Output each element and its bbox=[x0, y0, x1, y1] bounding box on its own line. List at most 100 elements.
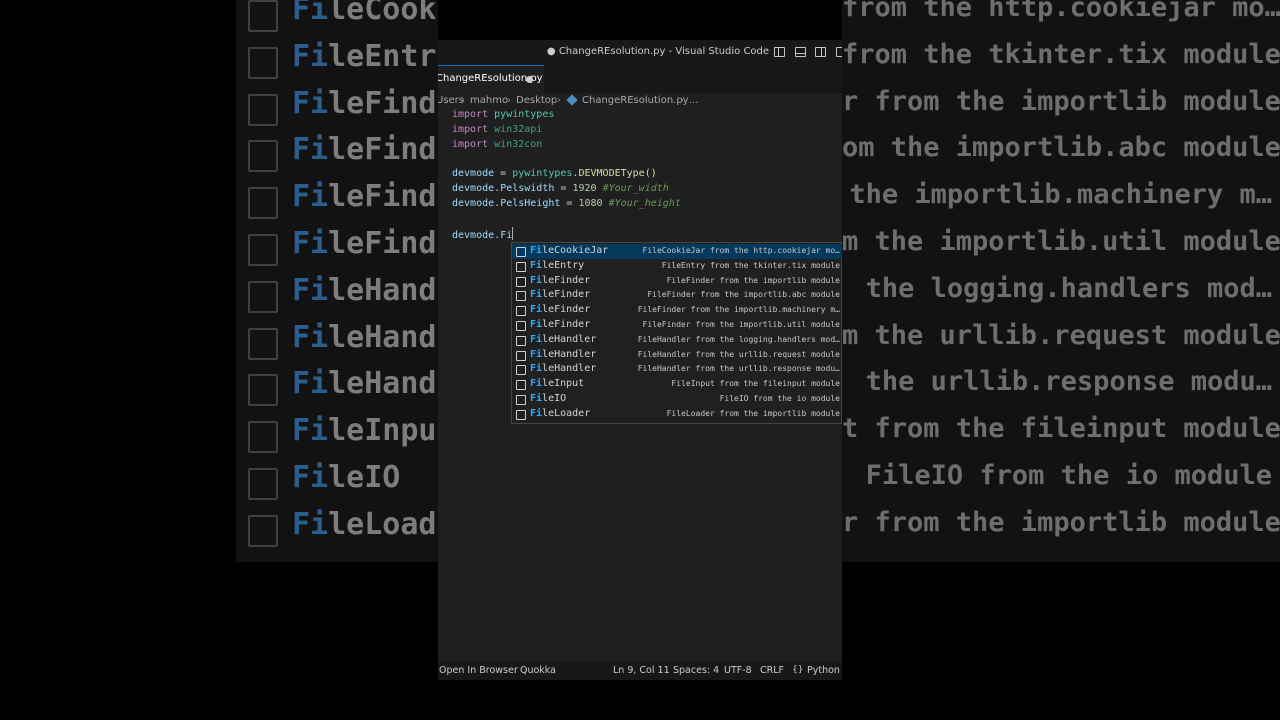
sidebar-right-icon[interactable] bbox=[815, 47, 826, 57]
suggestion-item[interactable]: FileFinder FileFinder from the importlib … bbox=[512, 274, 842, 289]
suggestion-match: Fi bbox=[530, 333, 543, 345]
variable-devmode: devmode bbox=[452, 230, 495, 241]
suggestion-detail: FileFinder from the importlib.util modul… bbox=[642, 320, 840, 329]
suggestion-match: Fi bbox=[530, 274, 543, 286]
suggestion-item[interactable]: FileHandler FileHandler from the logging.… bbox=[512, 333, 842, 348]
suggestion-label: FileFinder bbox=[530, 289, 590, 300]
class-icon bbox=[516, 247, 526, 257]
suggest-widget: FileCookieJar FileCookieJar from the http… bbox=[511, 242, 842, 424]
suggestion-detail: FileFinder from the importlib.abc module bbox=[647, 290, 840, 300]
suggestion-item[interactable]: FileHandler FileHandler from the urllib.r… bbox=[512, 362, 842, 377]
suggestion-item[interactable]: FileIO FileIO from the io module bbox=[512, 392, 842, 407]
title-bar: ● ChangeREsolution.py - Visual Studio Co… bbox=[438, 40, 842, 65]
suggestion-detail: FileEntry from the tkinter.tix module bbox=[661, 260, 840, 270]
suggestion-label: FileHandler bbox=[530, 349, 596, 360]
suggestion-match: Fi bbox=[530, 319, 543, 330]
class-icon bbox=[516, 365, 526, 376]
suggestion-item[interactable]: FileLoader FileLoader from the importlib … bbox=[512, 407, 842, 422]
code-line-1: import pywintypes bbox=[452, 109, 554, 123]
suggestion-match: Fi bbox=[530, 304, 543, 316]
keyword-import: import bbox=[452, 124, 489, 135]
attribute: Pelswidth bbox=[500, 183, 555, 194]
suggestion-match: Fi bbox=[530, 363, 543, 375]
suggestion-item[interactable]: FileEntry FileEntry from the tkinter.tix … bbox=[512, 259, 842, 274]
breadcrumb-separator: › bbox=[507, 95, 511, 106]
module-name: pywintypes bbox=[494, 109, 555, 120]
function-call: DEVMODEType bbox=[578, 168, 645, 179]
class-icon bbox=[516, 291, 526, 302]
suggestion-detail: FileLoader from the importlib module bbox=[666, 408, 840, 418]
suggestion-label: FileInput bbox=[530, 378, 584, 389]
suggestion-label-rest: leIO bbox=[542, 393, 567, 404]
sidebar-left-icon[interactable] bbox=[774, 47, 785, 57]
tab-changeresolution[interactable]: ChangeREsolution.py bbox=[438, 65, 544, 93]
module-name: win32api bbox=[494, 124, 543, 135]
tab-bar: ChangeREsolution.py bbox=[438, 65, 842, 93]
suggestion-item[interactable]: FileFinder FileFinder from the importlib.… bbox=[512, 318, 842, 333]
breadcrumb-item-mahmo[interactable]: mahmo bbox=[470, 95, 508, 106]
text-cursor bbox=[512, 227, 514, 240]
code-line-6: devmode.Pelswidth = 1920 #Your_width bbox=[452, 183, 669, 197]
suggestion-detail: FileHandler from the logging.handlers mo… bbox=[637, 334, 840, 344]
class-icon bbox=[516, 350, 526, 361]
breadcrumb-separator: › bbox=[557, 95, 561, 106]
suggestion-detail: FileInput from the fileinput module bbox=[671, 379, 840, 389]
suggestion-item[interactable]: FileCookieJar FileCookieJar from the http… bbox=[512, 244, 842, 259]
code-line-2: import win32api bbox=[452, 124, 542, 138]
number-literal: 1080 bbox=[578, 198, 603, 209]
panel-icon[interactable] bbox=[795, 47, 806, 57]
parens: () bbox=[644, 168, 657, 179]
customize-layout-icon[interactable] bbox=[836, 47, 842, 57]
suggestion-match: Fi bbox=[530, 393, 543, 404]
suggestion-label-rest: leCookieJar bbox=[542, 245, 609, 256]
keyword-import: import bbox=[452, 139, 489, 150]
suggestion-item[interactable]: FileFinder FileFinder from the importlib.… bbox=[512, 303, 842, 318]
suggestion-label-rest: leHandler bbox=[542, 363, 597, 375]
suggestion-item[interactable]: FileInput FileInput from the fileinput mo… bbox=[512, 377, 842, 392]
code-line-7: devmode.PelsHeight = 1080 #Your_height bbox=[452, 198, 681, 212]
suggestion-match: Fi bbox=[530, 259, 543, 271]
operator: = bbox=[554, 183, 573, 194]
suggestion-label-rest: leHandler bbox=[542, 348, 597, 360]
suggestion-label-rest: leFinder bbox=[542, 289, 591, 301]
number-literal: 1920 bbox=[572, 183, 597, 194]
suggestion-label: FileFinder bbox=[530, 304, 590, 315]
suggestion-detail: FileHandler from the urllib.request modu… bbox=[637, 349, 840, 359]
eol-setting[interactable]: CRLF bbox=[760, 665, 784, 676]
breadcrumb-item-more[interactable]: ... bbox=[689, 95, 699, 106]
status-bar: Open In Browser Quokka Ln 9, Col 11 Spac… bbox=[438, 662, 842, 680]
open-in-browser-button[interactable]: Open In Browser bbox=[439, 665, 518, 676]
breadcrumb-item-file[interactable]: ChangeREsolution.py bbox=[582, 95, 689, 106]
letterbox-top bbox=[438, 0, 842, 40]
language-mode[interactable]: Python bbox=[807, 665, 840, 676]
suggestion-detail: FileHandler from the urllib.response mod… bbox=[637, 364, 840, 374]
class-icon bbox=[516, 321, 526, 331]
encoding-setting[interactable]: UTF-8 bbox=[724, 665, 752, 676]
suggestion-match: Fi bbox=[530, 289, 543, 301]
code-line-5: devmode = pywintypes.DEVMODEType() bbox=[452, 168, 657, 182]
class-icon bbox=[516, 335, 526, 346]
keyword-import: import bbox=[452, 109, 489, 120]
breadcrumb-item-desktop[interactable]: Desktop bbox=[516, 95, 557, 106]
unsaved-dot-icon[interactable] bbox=[526, 76, 533, 83]
suggestion-label: FileCookieJar bbox=[530, 245, 608, 256]
quokka-button[interactable]: Quokka bbox=[520, 665, 556, 676]
suggestion-item[interactable]: FileFinder FileFinder from the importlib.… bbox=[512, 288, 842, 303]
vscode-window: ● ChangeREsolution.py - Visual Studio Co… bbox=[438, 0, 842, 720]
suggestion-item[interactable]: FileHandler FileHandler from the urllib.r… bbox=[512, 348, 842, 363]
python-file-icon bbox=[566, 94, 578, 106]
comment: #Your_width bbox=[602, 183, 669, 194]
suggestion-detail: FileIO from the io module bbox=[719, 394, 840, 403]
variable-devmode: devmode bbox=[452, 168, 495, 179]
typed-text: Fi bbox=[500, 230, 513, 241]
suggestion-label-rest: leHandler bbox=[542, 333, 597, 345]
module-name: pywintypes bbox=[512, 168, 573, 179]
suggestion-match: Fi bbox=[530, 348, 543, 360]
cursor-position[interactable]: Ln 9, Col 11 bbox=[613, 665, 670, 676]
suggestion-label-rest: leFinder bbox=[542, 274, 591, 286]
variable-devmode: devmode bbox=[452, 198, 495, 209]
suggestion-label-rest: leInput bbox=[542, 378, 585, 390]
braces-icon[interactable]: {} bbox=[792, 665, 803, 675]
indentation-setting[interactable]: Spaces: 4 bbox=[673, 665, 719, 676]
suggestion-label: FileHandler bbox=[530, 334, 596, 345]
